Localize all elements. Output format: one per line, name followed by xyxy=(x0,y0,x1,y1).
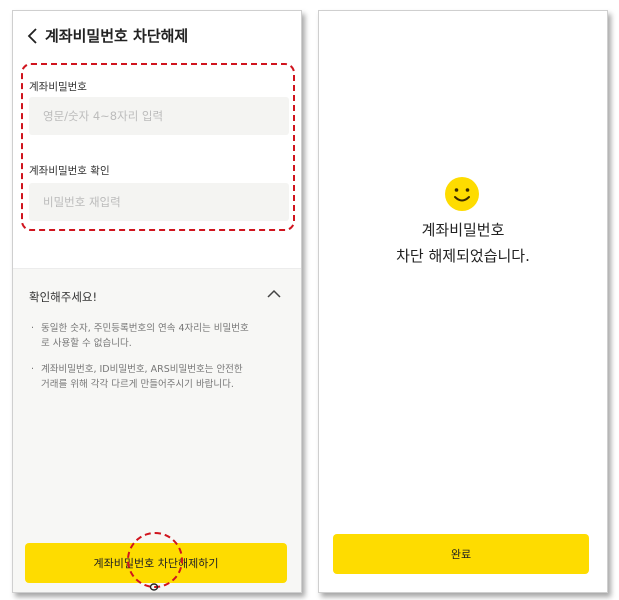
notice-title: 확인해주세요! xyxy=(29,290,98,304)
confirm-label: 계좌비밀번호 확인 xyxy=(29,165,110,177)
unblock-complete-screen: 계좌비밀번호 차단 해제되었습니다. 완료 xyxy=(318,10,608,593)
tap-highlight-circle xyxy=(127,532,183,588)
password-label: 계좌비밀번호 xyxy=(29,81,87,93)
chevron-up-icon[interactable] xyxy=(267,289,281,299)
completion-message-line1: 계좌비밀번호 xyxy=(421,221,505,239)
smile-icon xyxy=(445,177,479,211)
notice-item: · 계좌비밀번호, ID비밀번호, ARS비밀번호는 안전한 거래를 위해 각각… xyxy=(31,364,243,390)
done-button[interactable]: 완료 xyxy=(333,534,589,574)
confirm-password-input[interactable] xyxy=(29,183,289,221)
tap-indicator-icon xyxy=(149,583,159,591)
password-unblock-screen: 계좌비밀번호 차단해제 계좌비밀번호 계좌비밀번호 확인 확인해주세요! · 동… xyxy=(12,10,302,593)
password-input[interactable] xyxy=(29,97,289,135)
completion-message-line2: 차단 해제되었습니다. xyxy=(396,247,530,265)
page-title: 계좌비밀번호 차단해제 xyxy=(45,27,189,45)
header: 계좌비밀번호 차단해제 xyxy=(13,11,301,59)
notice-item: · 동일한 숫자, 주민등록번호의 연속 4자리는 비밀번호 로 사용할 수 없… xyxy=(31,323,249,349)
chevron-left-icon[interactable] xyxy=(25,27,41,45)
